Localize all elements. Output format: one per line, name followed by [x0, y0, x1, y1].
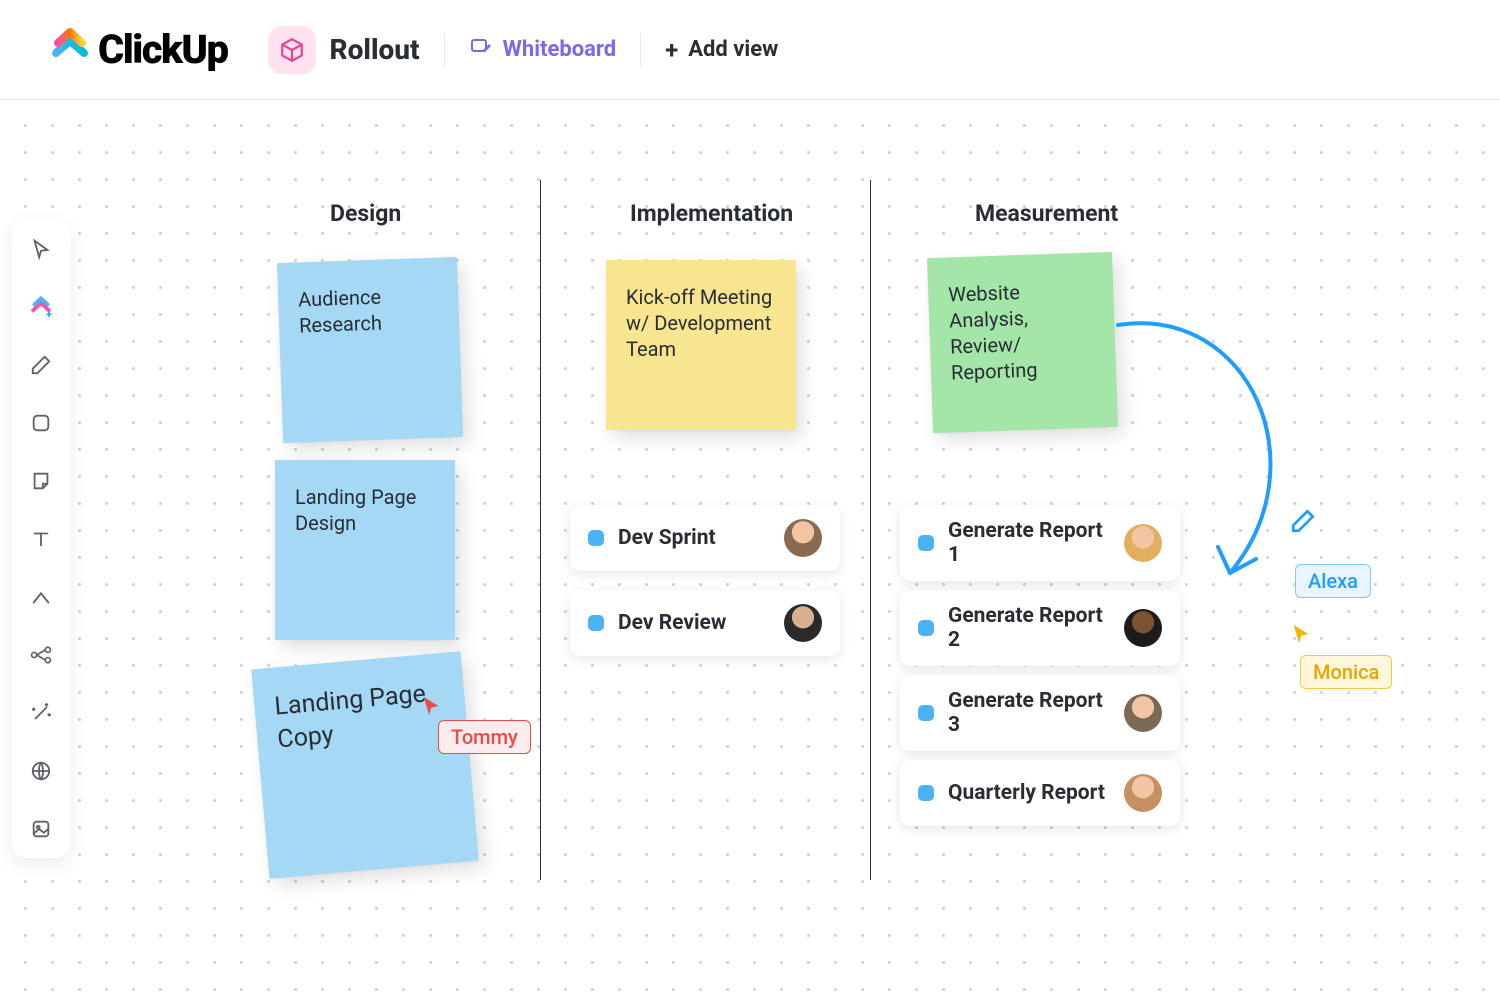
sticky-text: Landing Page Copy: [273, 679, 427, 753]
task-card[interactable]: Quarterly Report: [900, 760, 1180, 826]
sticky-note[interactable]: Website Analysis, Review/ Reporting: [927, 252, 1118, 433]
sticky-text: Landing Page Design: [295, 485, 416, 535]
whiteboard-tab[interactable]: Whiteboard: [469, 35, 617, 65]
sticky-text: Website Analysis, Review/ Reporting: [948, 280, 1038, 384]
column-header-design: Design: [330, 200, 401, 227]
task-title: Generate Report 1: [948, 519, 1110, 567]
app-name: ClickUp: [98, 26, 228, 73]
collab-cursor-icon: [1290, 623, 1312, 649]
task-title: Dev Sprint: [618, 526, 770, 550]
connector-tool[interactable]: [26, 582, 56, 612]
task-title: Quarterly Report: [948, 781, 1110, 805]
collab-cursor-label: Tommy: [438, 720, 531, 754]
pen-cursor-icon: [1290, 508, 1316, 538]
status-chip: [588, 530, 604, 546]
view-switcher[interactable]: Rollout: [268, 26, 420, 74]
sticky-note[interactable]: Audience Research: [277, 257, 463, 443]
task-title: Dev Review: [618, 611, 770, 635]
image-tool[interactable]: [26, 814, 56, 844]
ai-magic-tool[interactable]: [26, 698, 56, 728]
sticky-note[interactable]: Kick-off Meeting w/ Development Team: [606, 260, 796, 430]
status-chip: [918, 620, 934, 636]
column-header-implementation: Implementation: [630, 200, 793, 227]
svg-text:+: +: [46, 307, 52, 320]
task-card[interactable]: Generate Report 2: [900, 590, 1180, 666]
task-card[interactable]: Dev Sprint: [570, 505, 840, 571]
status-chip: [918, 705, 934, 721]
task-title: Generate Report 3: [948, 689, 1110, 737]
avatar: [1124, 694, 1162, 732]
shape-tool[interactable]: [26, 408, 56, 438]
board: Design Implementation Measurement Audien…: [100, 100, 1500, 1000]
column-divider: [540, 180, 541, 880]
pointer-tool[interactable]: [26, 234, 56, 264]
column-header-measurement: Measurement: [975, 200, 1118, 227]
collab-cursor-label: Monica: [1300, 655, 1392, 689]
relationship-tool[interactable]: [26, 640, 56, 670]
avatar: [1124, 774, 1162, 812]
divider: [444, 33, 445, 67]
status-chip: [918, 785, 934, 801]
whiteboard-icon: [469, 35, 493, 65]
plus-icon: +: [665, 36, 678, 64]
collab-cursor-label: Alexa: [1295, 564, 1371, 598]
add-view-label: Add view: [688, 37, 778, 62]
divider: [640, 33, 641, 67]
logo-icon: [50, 25, 90, 75]
view-title: Rollout: [330, 33, 420, 66]
task-card[interactable]: Generate Report 3: [900, 675, 1180, 751]
add-view-button[interactable]: + Add view: [665, 36, 778, 64]
text-tool[interactable]: [26, 524, 56, 554]
collab-cursor-icon: [420, 695, 442, 721]
app-logo: ClickUp: [50, 25, 228, 75]
sticky-text: Audience Research: [298, 285, 383, 338]
sticky-note[interactable]: Landing Page Design: [275, 460, 455, 640]
whiteboard-toolbar: +: [12, 220, 70, 858]
task-card[interactable]: Dev Review: [570, 590, 840, 656]
whiteboard-label: Whiteboard: [503, 37, 617, 62]
clickup-item-tool[interactable]: +: [26, 292, 56, 322]
web-tool[interactable]: [26, 756, 56, 786]
sticky-note-tool[interactable]: [26, 466, 56, 496]
avatar: [784, 519, 822, 557]
status-chip: [588, 615, 604, 631]
task-title: Generate Report 2: [948, 604, 1110, 652]
app-header: ClickUp Rollout Whiteboard + Add view: [0, 0, 1500, 100]
pen-tool[interactable]: [26, 350, 56, 380]
status-chip: [918, 535, 934, 551]
avatar: [1124, 609, 1162, 647]
avatar: [784, 604, 822, 642]
task-card[interactable]: Generate Report 1: [900, 505, 1180, 581]
sticky-note[interactable]: Landing Page Copy: [251, 651, 479, 879]
column-divider: [870, 180, 871, 880]
sticky-text: Kick-off Meeting w/ Development Team: [626, 285, 772, 361]
cube-icon: [268, 26, 316, 74]
avatar: [1124, 524, 1162, 562]
